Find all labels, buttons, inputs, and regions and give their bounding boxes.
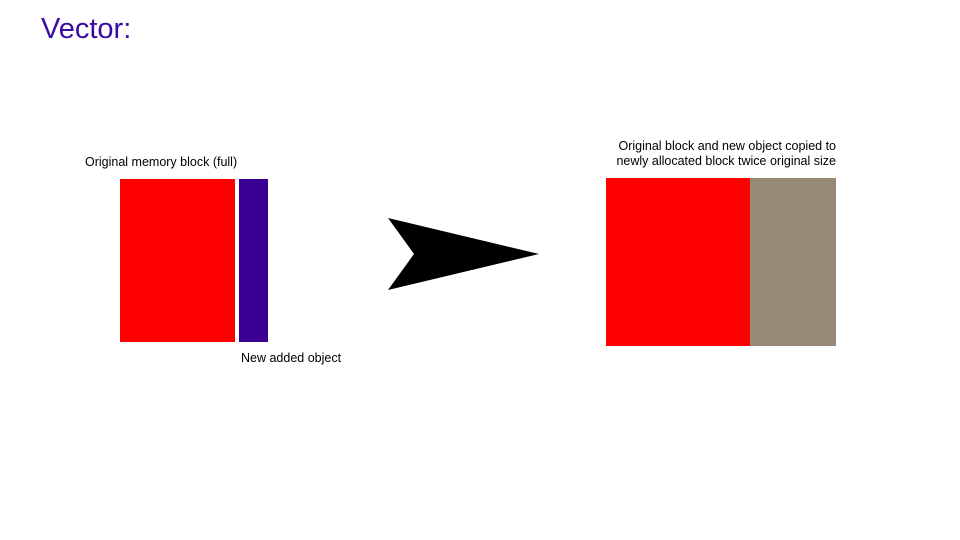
arrow-shape xyxy=(388,218,539,290)
slide-title: Vector: xyxy=(41,13,132,45)
slide: Vector: Original memory block (full) New… xyxy=(0,0,960,540)
original-memory-block-label: Original memory block (full) xyxy=(85,155,238,169)
original-memory-block xyxy=(120,179,235,342)
new-added-object-block xyxy=(239,179,268,342)
arrow-right-icon xyxy=(388,218,539,290)
reallocated-block-label: Original block and new object copied to … xyxy=(616,139,836,168)
new-added-object-label: New added object xyxy=(241,351,342,365)
copied-original-block xyxy=(606,178,750,346)
newly-allocated-free-space xyxy=(750,178,836,346)
